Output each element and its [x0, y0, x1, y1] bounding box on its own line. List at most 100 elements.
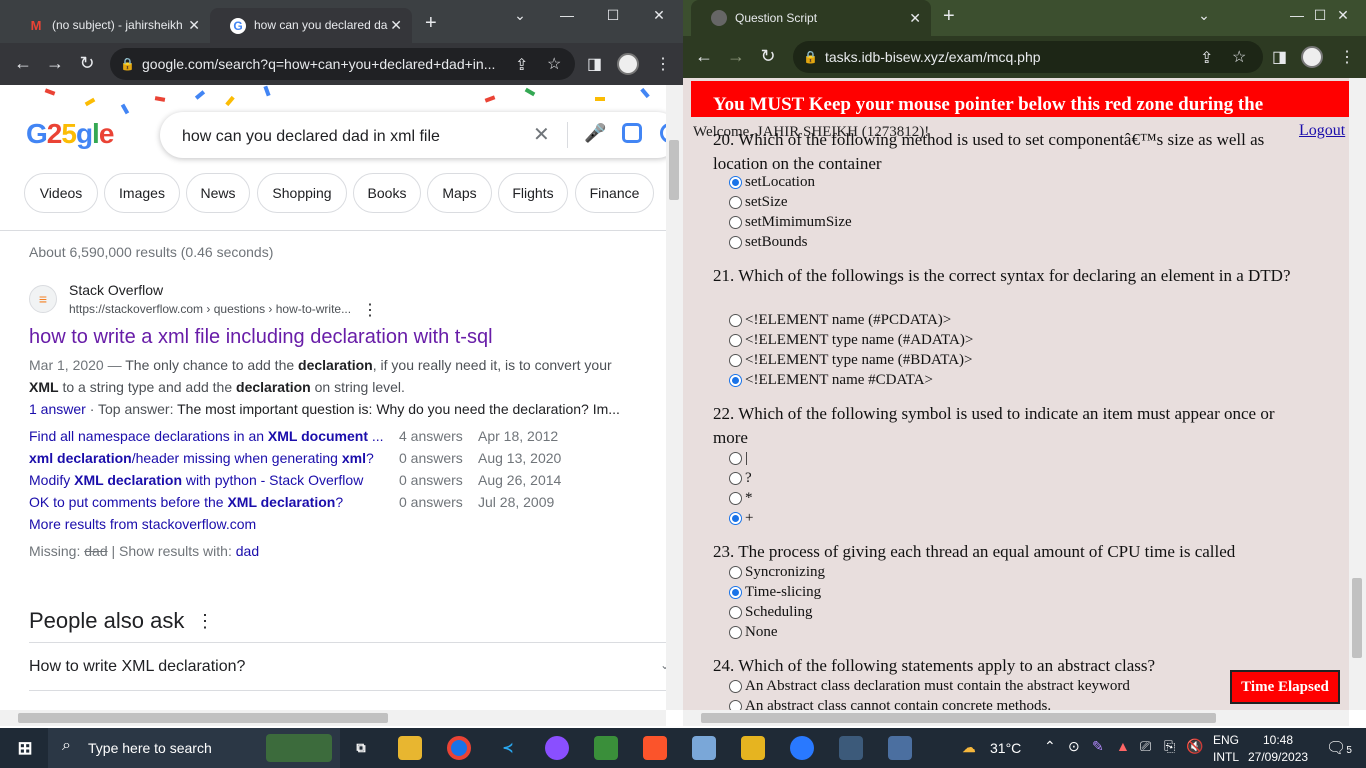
reload-icon[interactable]: ↻ [72, 53, 102, 74]
virtualbox-icon[interactable] [692, 736, 716, 760]
language-code[interactable]: ENG [1213, 733, 1239, 747]
keyboard-layout[interactable]: INTL [1213, 750, 1239, 764]
related-link-4[interactable]: OK to put comments before the XML declar… [29, 494, 343, 510]
option[interactable]: An abstract class cannot contain concret… [729, 698, 1051, 710]
option[interactable]: <!ELEMENT type name (#ADATA)> [729, 332, 973, 349]
left-vertical-scrollbar[interactable] [666, 85, 683, 710]
clock-date[interactable]: 27/09/2023 [1248, 750, 1308, 764]
option[interactable]: Scheduling [729, 604, 813, 621]
scroll-thumb[interactable] [701, 713, 1216, 723]
menu-dots-icon[interactable]: ⋮ [655, 54, 671, 74]
show-results-link[interactable]: dad [236, 543, 259, 559]
tab-google-search[interactable]: G how can you declared da ✕ [210, 8, 412, 43]
option[interactable]: <!ELEMENT name #CDATA> [729, 372, 933, 389]
radio-button[interactable] [729, 374, 742, 387]
profile-avatar[interactable] [1301, 46, 1323, 68]
network-icon[interactable]: ⎚ [1140, 738, 1151, 755]
search-query[interactable]: how can you declared dad in xml file [182, 125, 440, 149]
side-panel-icon[interactable]: ◨ [1272, 47, 1287, 67]
file-explorer-icon[interactable] [398, 736, 422, 760]
chip-videos[interactable]: Videos [24, 173, 98, 213]
radio-button[interactable] [729, 236, 742, 249]
radio-button[interactable] [729, 354, 742, 367]
chip-finance[interactable]: Finance [575, 173, 654, 213]
option[interactable]: Time-slicing [729, 584, 821, 601]
app-icon[interactable] [839, 736, 863, 760]
new-tab-icon[interactable]: + [943, 5, 955, 28]
tab-question-script[interactable]: Question Script ✕ [691, 0, 931, 36]
app-icon[interactable] [888, 736, 912, 760]
new-tab-icon[interactable]: + [425, 12, 437, 35]
windows-start-icon[interactable]: ⊞ [13, 736, 37, 760]
weather-icon[interactable]: ☁ [957, 736, 981, 760]
radio-button[interactable] [729, 512, 742, 525]
menu-dots-icon[interactable]: ⋮ [1339, 47, 1355, 67]
github-desktop-icon[interactable] [545, 736, 569, 760]
app-icon[interactable] [594, 736, 618, 760]
result-title-link[interactable]: how to write a xml file including declar… [29, 326, 493, 349]
option[interactable]: setLocation [729, 174, 815, 191]
close-window-icon[interactable]: ✕ [1320, 0, 1366, 32]
option[interactable]: setMimimumSize [729, 214, 852, 231]
answer-count-link[interactable]: 1 answer [29, 401, 86, 417]
more-results-link[interactable]: More results from stackoverflow.com [29, 516, 256, 532]
temperature[interactable]: 31°C [990, 740, 1021, 756]
back-icon[interactable]: ← [8, 53, 38, 74]
option[interactable]: None [729, 624, 778, 641]
option[interactable]: <!ELEMENT type name (#BDATA)> [729, 352, 972, 369]
option[interactable]: ? [729, 470, 752, 487]
related-link-2[interactable]: xml declaration/header missing when gene… [29, 450, 374, 466]
top-answer-text[interactable]: The most important question is: Why do y… [177, 401, 620, 417]
radio-button[interactable] [729, 196, 742, 209]
scroll-thumb[interactable] [1352, 578, 1362, 658]
scroll-thumb[interactable] [669, 140, 679, 200]
close-tab-icon[interactable]: ✕ [188, 8, 200, 43]
tab-search-icon[interactable]: ⌄ [1181, 0, 1227, 32]
google-doodle-logo[interactable]: G25gle [26, 118, 114, 150]
chip-flights[interactable]: Flights [498, 173, 568, 213]
radio-button[interactable] [729, 176, 742, 189]
option[interactable]: An Abstract class declaration must conta… [729, 678, 1130, 695]
close-tab-icon[interactable]: ✕ [390, 8, 402, 43]
search-box[interactable]: how can you declared dad in xml file ✕ 🎤 [160, 112, 666, 158]
app-icon[interactable] [741, 736, 765, 760]
side-panel-icon[interactable]: ◨ [587, 54, 602, 74]
back-icon[interactable]: ← [689, 46, 719, 67]
chip-news[interactable]: News [186, 173, 250, 213]
right-horizontal-scrollbar[interactable] [683, 710, 1349, 726]
bookmark-star-icon[interactable]: ☆ [1232, 47, 1246, 67]
chrome-icon[interactable] [447, 736, 471, 760]
radio-button[interactable] [729, 472, 742, 485]
reload-icon[interactable]: ↻ [753, 46, 783, 67]
brave-icon[interactable] [643, 736, 667, 760]
chip-books[interactable]: Books [353, 173, 421, 213]
related-link-1[interactable]: Find all namespace declarations in an XM… [29, 428, 384, 444]
option[interactable]: * [729, 490, 753, 507]
bookmark-star-icon[interactable]: ☆ [547, 54, 561, 74]
option[interactable]: + [729, 510, 753, 527]
radio-button[interactable] [729, 492, 742, 505]
radio-button[interactable] [729, 606, 742, 619]
close-window-icon[interactable]: ✕ [636, 0, 682, 32]
tray-icon[interactable]: ▲ [1116, 738, 1130, 754]
share-icon[interactable]: ⇪ [515, 55, 528, 75]
chip-maps[interactable]: Maps [427, 173, 492, 213]
tray-icon[interactable]: ⎘ [1164, 738, 1175, 755]
tab-search-icon[interactable]: ⌄ [497, 0, 543, 32]
time-elapsed-button[interactable]: Time Elapsed [1230, 670, 1340, 704]
voice-search-icon[interactable]: 🎤 [584, 123, 606, 144]
minimize-icon[interactable]: — [544, 0, 590, 32]
radio-button[interactable] [729, 566, 742, 579]
result-url[interactable]: https://stackoverflow.com › questions › … [69, 302, 351, 316]
vscode-icon[interactable]: ≺ [496, 736, 520, 760]
radio-button[interactable] [729, 586, 742, 599]
close-tab-icon[interactable]: ✕ [909, 0, 921, 36]
option[interactable]: | [729, 450, 748, 467]
option[interactable]: Syncronizing [729, 564, 825, 581]
task-view-icon[interactable]: ⧉ [349, 736, 373, 760]
show-hidden-icons[interactable]: ⌃ [1044, 738, 1056, 755]
radio-button[interactable] [729, 216, 742, 229]
result-site-name[interactable]: Stack Overflow [69, 282, 163, 298]
option[interactable]: setSize [729, 194, 788, 211]
address-bar[interactable]: 🔒 google.com/search?q=how+can+you+declar… [110, 48, 575, 80]
